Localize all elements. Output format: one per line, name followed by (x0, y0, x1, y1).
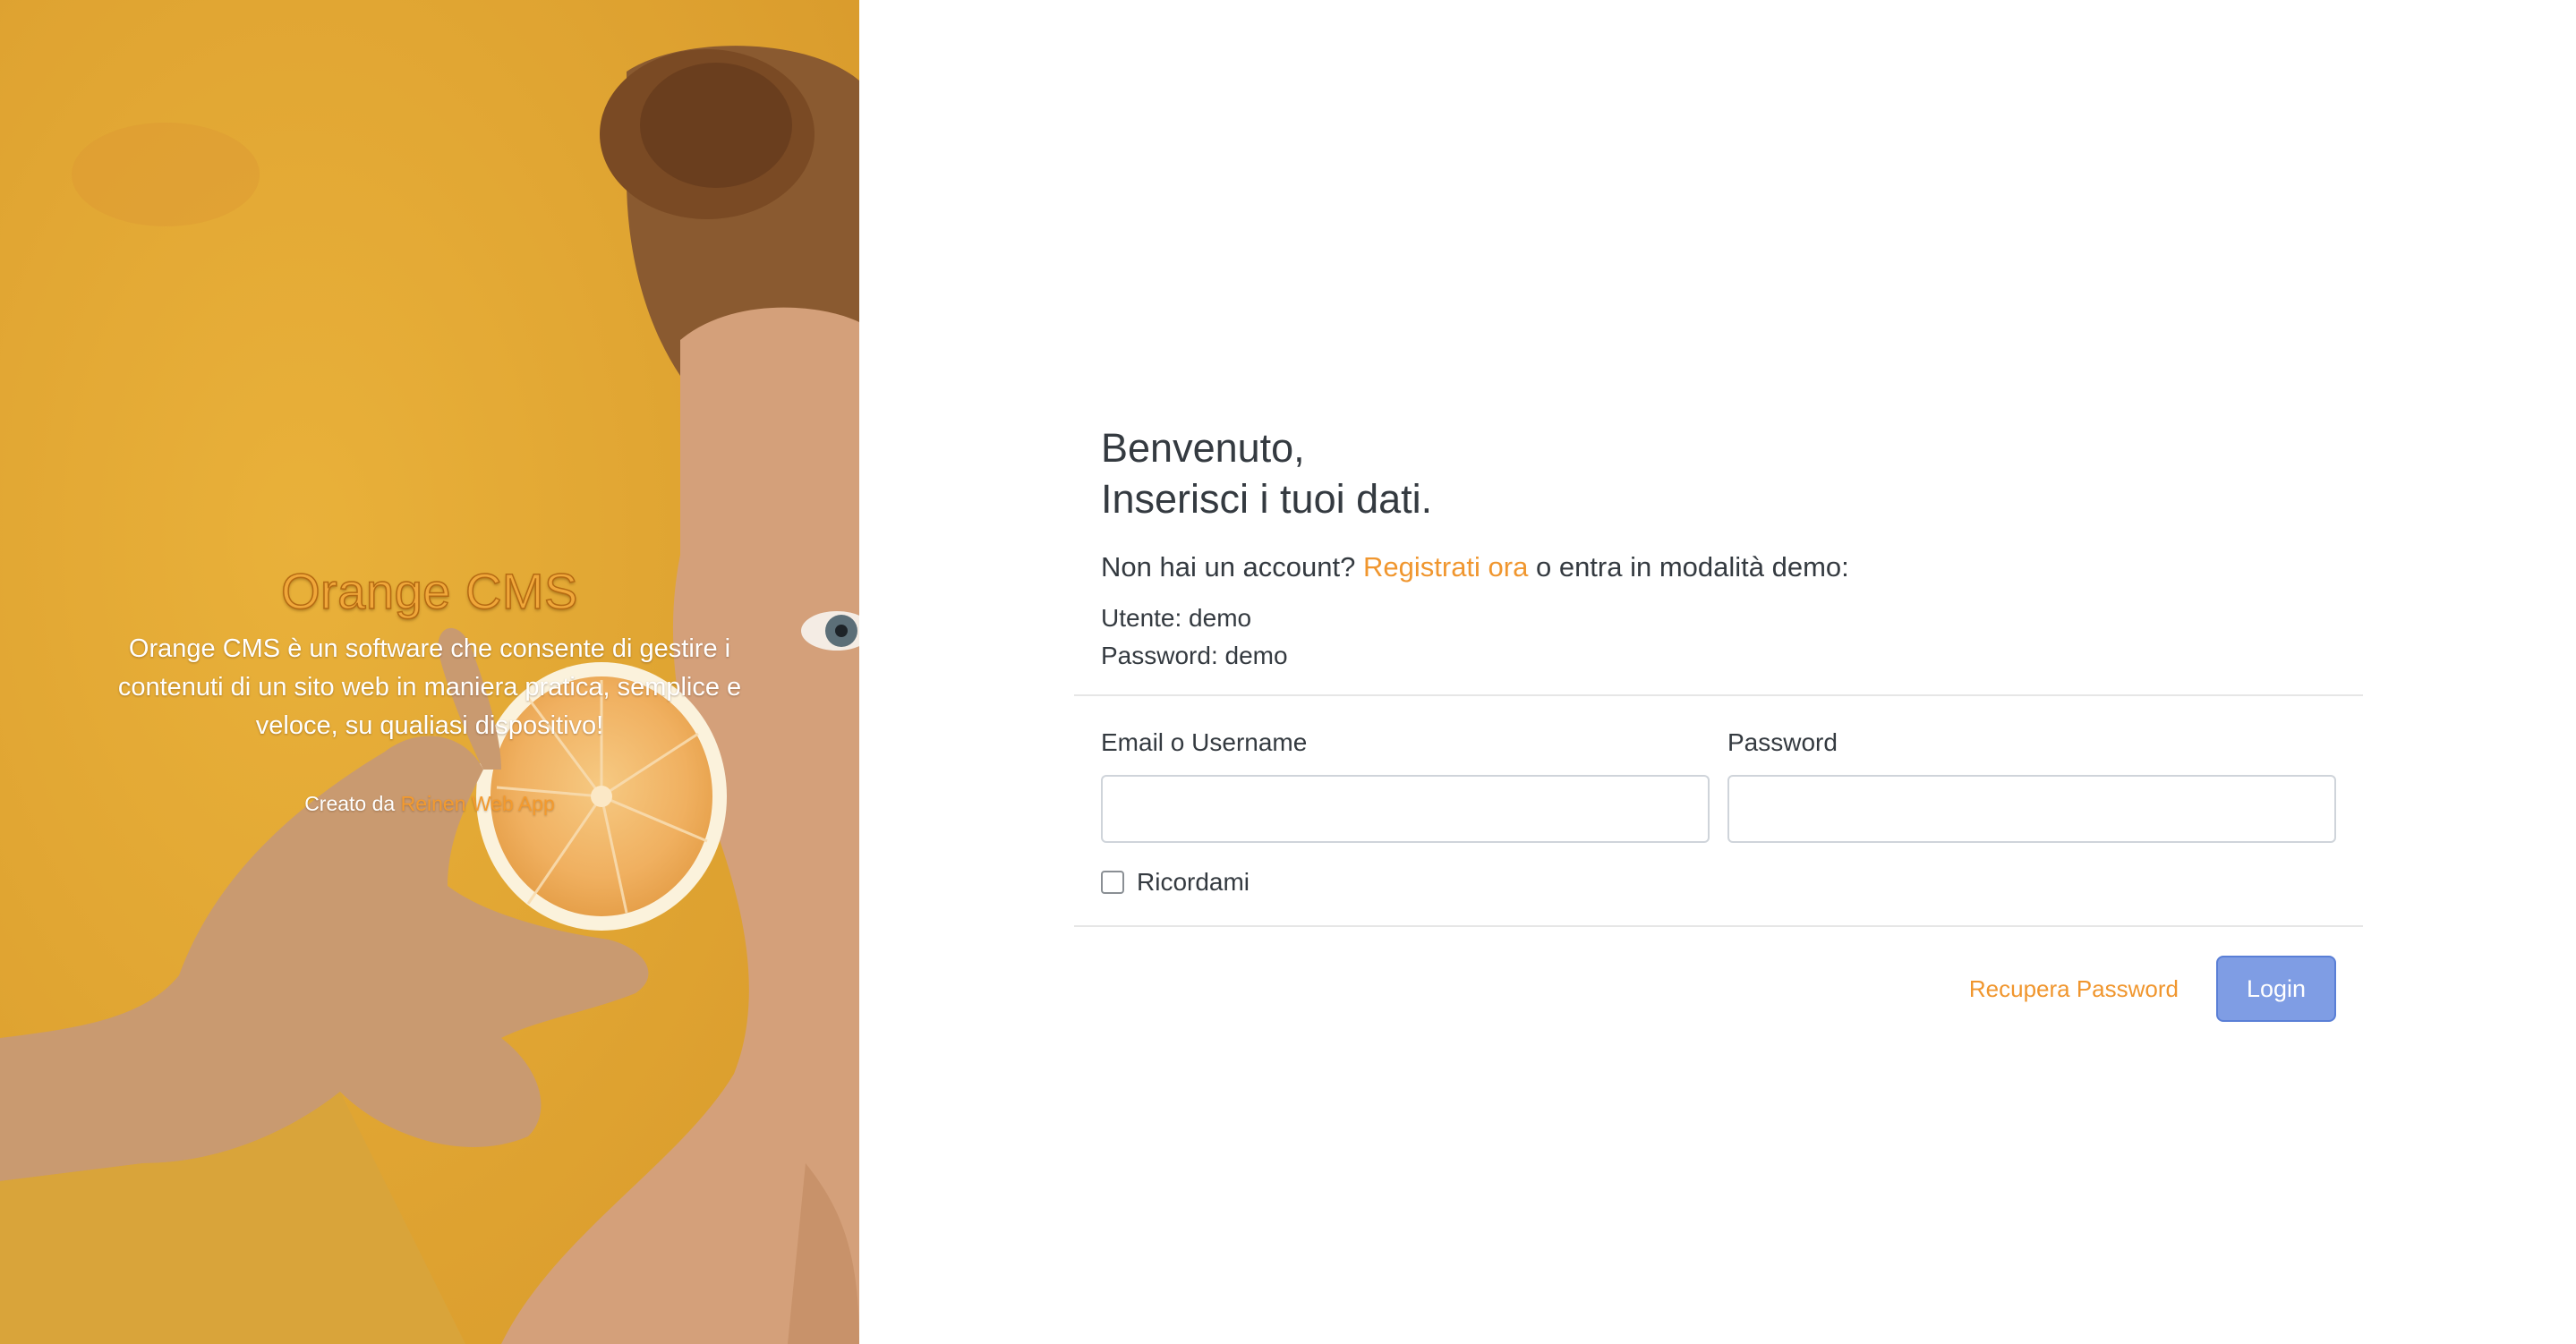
brand-description: Orange CMS è un software che consente di… (117, 634, 742, 740)
password-group: Password (1727, 728, 2336, 843)
recover-password-link[interactable]: Recupera Password (1969, 975, 2179, 1003)
header-divider (1074, 694, 2363, 696)
remember-label[interactable]: Ricordami (1137, 868, 1250, 897)
hero-panel: Orange CMS Orange CMS è un software che … (0, 0, 859, 1344)
footer-divider (1074, 925, 2363, 927)
login-card: Benvenuto, Inserisci i tuoi dati. Non ha… (1074, 422, 2363, 1022)
register-suffix: o entra in modalità demo: (1528, 551, 1849, 583)
login-panel: Benvenuto, Inserisci i tuoi dati. Non ha… (859, 0, 2576, 1344)
welcome-line-2: Inserisci i tuoi dati. (1101, 476, 1433, 522)
email-label: Email o Username (1101, 728, 1308, 756)
demo-user-info: Utente: demo (1101, 604, 1252, 632)
email-input[interactable] (1101, 775, 1710, 843)
email-group: Email o Username (1101, 728, 1710, 843)
hero-content: Orange CMS Orange CMS è un software che … (0, 560, 859, 816)
credit-prefix: Creato da (304, 792, 401, 815)
password-label: Password (1727, 728, 1838, 756)
login-header: Benvenuto, Inserisci i tuoi dati. Non ha… (1074, 422, 2363, 675)
credit-link[interactable]: Reinen Web App (401, 792, 555, 815)
remember-checkbox[interactable] (1101, 871, 1124, 894)
register-prefix: Non hai un account? (1101, 551, 1363, 583)
remember-row: Ricordami (1074, 868, 2363, 897)
credentials-row: Email o Username Password (1074, 728, 2363, 843)
register-link[interactable]: Registrati ora (1363, 551, 1528, 583)
welcome-line-1: Benvenuto, (1101, 425, 1305, 471)
register-prompt: Non hai un account? Registrati ora o ent… (1101, 551, 2336, 583)
login-button[interactable]: Login (2216, 956, 2336, 1022)
credit-line: Creato da Reinen Web App (0, 792, 859, 816)
demo-password-info: Password: demo (1101, 642, 1288, 669)
welcome-heading: Benvenuto, Inserisci i tuoi dati. (1101, 422, 2336, 524)
brand-title: Orange CMS (280, 562, 578, 620)
password-input[interactable] (1727, 775, 2336, 843)
login-actions: Recupera Password Login (1074, 956, 2363, 1022)
